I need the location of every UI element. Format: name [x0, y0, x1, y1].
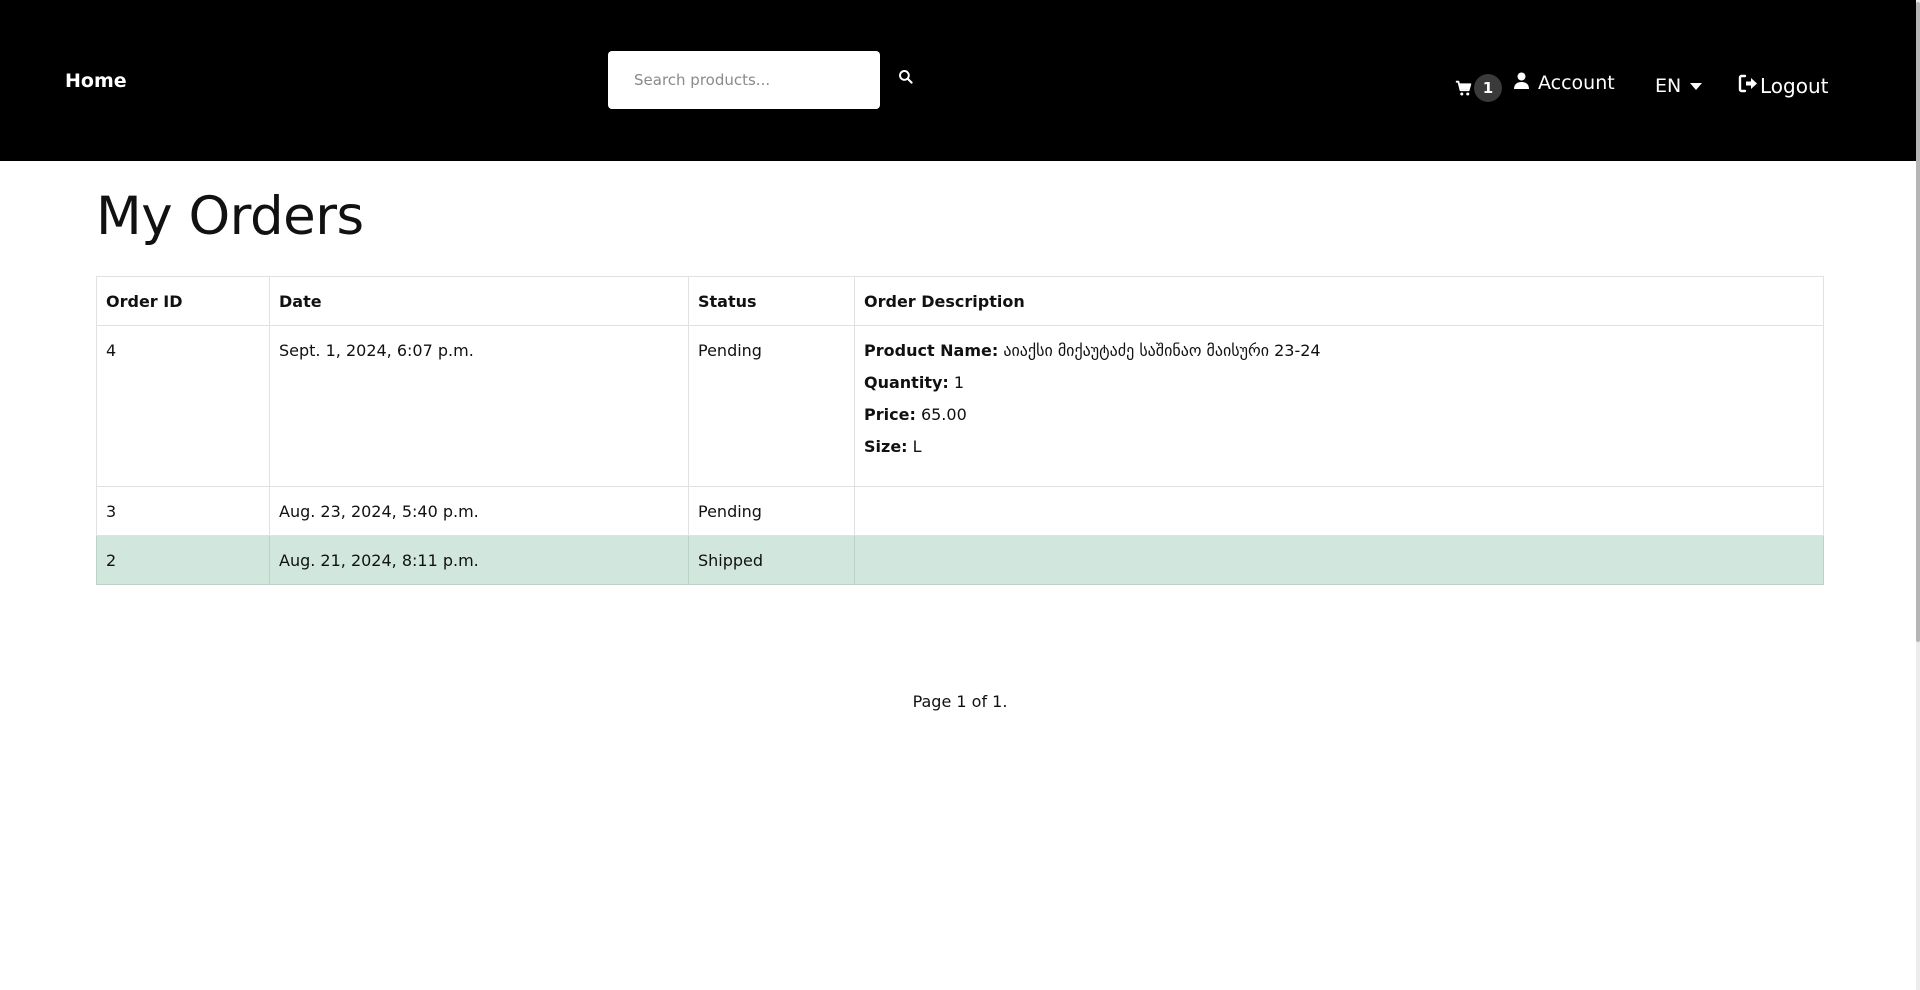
page-scrollbar[interactable]: [1916, 0, 1920, 990]
top-navbar: Home 1 Account EN Logout: [0, 0, 1916, 161]
cart-icon: [1455, 75, 1472, 101]
cart-count-badge: 1: [1474, 74, 1502, 102]
order-date-cell: Sept. 1, 2024, 6:07 p.m.: [269, 325, 689, 487]
logout-icon: [1738, 74, 1760, 98]
table-row: 2 Aug. 21, 2024, 8:11 p.m. Shipped: [96, 535, 1824, 585]
column-header-status: Status: [688, 276, 855, 326]
order-description-cell: [854, 486, 1824, 536]
table-row: 4 Sept. 1, 2024, 6:07 p.m. Pending Produ…: [96, 325, 1824, 487]
logout-label: Logout: [1760, 74, 1829, 98]
quantity-value: 1: [953, 373, 965, 392]
column-header-date: Date: [269, 276, 689, 326]
user-icon: [1514, 72, 1538, 94]
price-label: Price:: [864, 405, 916, 424]
cart-button[interactable]: 1: [1455, 74, 1502, 102]
order-date-cell: Aug. 23, 2024, 5:40 p.m.: [269, 486, 689, 536]
product-name-line: Product Name: აიაქსი მიქაუტაძე საშინაო მ…: [864, 335, 1814, 367]
price-value: 65.00: [920, 405, 967, 424]
account-link[interactable]: Account: [1514, 72, 1615, 94]
account-label: Account: [1538, 72, 1615, 94]
order-status-cell: Pending: [688, 486, 855, 536]
order-id-cell: 3: [96, 486, 270, 536]
language-label: EN: [1655, 75, 1682, 97]
language-dropdown[interactable]: EN: [1655, 75, 1703, 97]
chevron-down-icon: [1690, 82, 1703, 90]
order-description-cell: Product Name: აიაქსი მიქაუტაძე საშინაო მ…: [854, 325, 1824, 487]
quantity-line: Quantity: 1: [864, 367, 1814, 399]
column-header-order-id: Order ID: [96, 276, 270, 326]
price-line: Price: 65.00: [864, 399, 1814, 431]
home-link[interactable]: Home: [65, 70, 127, 92]
column-header-order-description: Order Description: [854, 276, 1824, 326]
orders-table: Order ID Date Status Order Description 4…: [96, 276, 1824, 585]
search-input[interactable]: [608, 51, 880, 109]
search-icon[interactable]: [898, 69, 918, 89]
order-status-cell: Shipped: [688, 535, 855, 585]
product-name-label: Product Name:: [864, 341, 999, 360]
table-row: 3 Aug. 23, 2024, 5:40 p.m. Pending: [96, 486, 1824, 536]
order-description-cell: [854, 535, 1824, 585]
product-name-value: აიაქსი მიქაუტაძე საშინაო მაისური 23-24: [1003, 341, 1321, 360]
order-status-cell: Pending: [688, 325, 855, 487]
size-value: L: [912, 437, 922, 456]
quantity-label: Quantity:: [864, 373, 949, 392]
size-line: Size: L: [864, 431, 1814, 463]
order-id-cell: 2: [96, 535, 270, 585]
table-header-row: Order ID Date Status Order Description: [96, 276, 1824, 326]
pagination-status: Page 1 of 1.: [912, 692, 1008, 711]
size-label: Size:: [864, 437, 908, 456]
order-id-cell: 4: [96, 325, 270, 487]
scrollbar-thumb[interactable]: [1916, 2, 1920, 642]
order-date-cell: Aug. 21, 2024, 8:11 p.m.: [269, 535, 689, 585]
page-title: My Orders: [96, 186, 364, 247]
logout-link[interactable]: Logout: [1738, 74, 1828, 98]
search-box: [608, 51, 880, 109]
